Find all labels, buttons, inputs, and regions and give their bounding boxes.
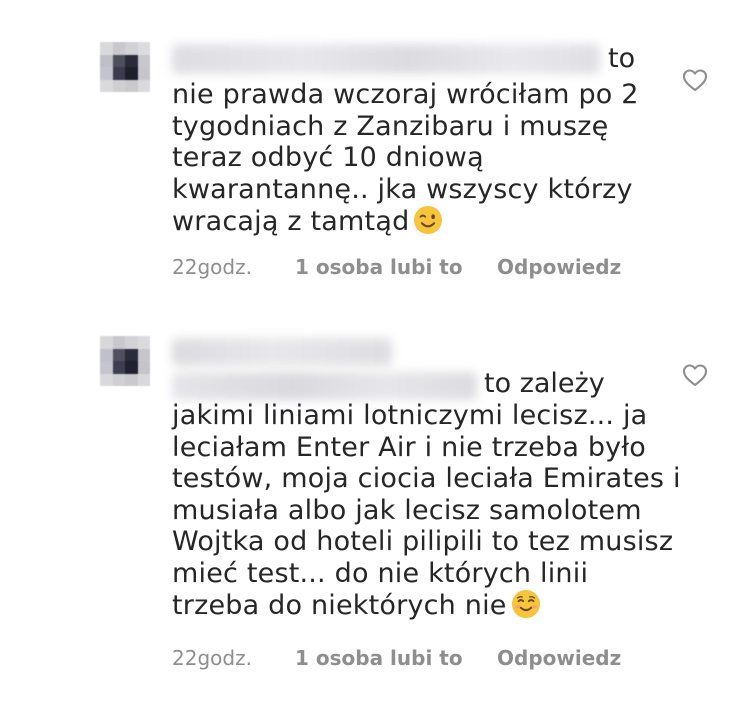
timestamp: 22godz.: [172, 255, 252, 279]
timestamp: 22godz.: [172, 646, 252, 670]
smiling-face-icon: [511, 589, 540, 619]
comment-text: nie prawda wczoraj wróciłam po 2 tygodni…: [172, 79, 639, 238]
reply-button[interactable]: Odpowiedz: [497, 646, 621, 670]
heart-icon[interactable]: [682, 68, 708, 92]
heart-icon[interactable]: [682, 363, 708, 387]
comment-text-lead: to: [608, 43, 636, 74]
avatar[interactable]: [100, 42, 150, 92]
comment-text: jakimi liniami lotniczymi lecisz... ja l…: [172, 400, 681, 622]
comment-line-last: trzeba do niektórych nie: [172, 589, 681, 622]
comment-line: kwarantannę.. jka wszyscy którzy: [172, 173, 633, 205]
reply-button[interactable]: Odpowiedz: [497, 255, 621, 279]
comment-line: teraz odbyć 10 dniową: [172, 142, 484, 173]
blurred-username[interactable]: [172, 338, 392, 366]
comment-line: Wojtka od hoteli pilipili to tez musisz: [172, 526, 674, 557]
comment-line: trzeba do niektórych nie: [172, 590, 507, 621]
comment-line-last: wracają z tamtąd: [172, 205, 639, 238]
comment-text-lead: to zależy: [484, 368, 605, 399]
comment-line: jakimi liniami lotniczymi lecisz... ja: [172, 400, 648, 431]
comment-line: musiała albo jak lecisz samolotem: [172, 494, 642, 526]
likes-count[interactable]: 1 osoba lubi to: [295, 255, 463, 279]
comment-line: tygodniach z Zanzibaru i muszę: [172, 110, 609, 142]
likes-count[interactable]: 1 osoba lubi to: [295, 646, 463, 670]
blurred-username-continued[interactable]: [172, 372, 477, 400]
comment-line: nie prawda wczoraj wróciłam po 2: [172, 79, 639, 110]
comment-line: testów, moja ciocia leciała Emirates i: [172, 463, 681, 494]
avatar[interactable]: [100, 336, 150, 386]
comment-line: wracają z tamtąd: [172, 206, 410, 237]
winking-face-icon: [414, 205, 443, 235]
comment-line: mieć test... do nie których linii: [172, 557, 589, 589]
comment-line: leciałam Enter Air i nie trzeba było: [172, 431, 646, 463]
blurred-username[interactable]: [172, 44, 600, 74]
